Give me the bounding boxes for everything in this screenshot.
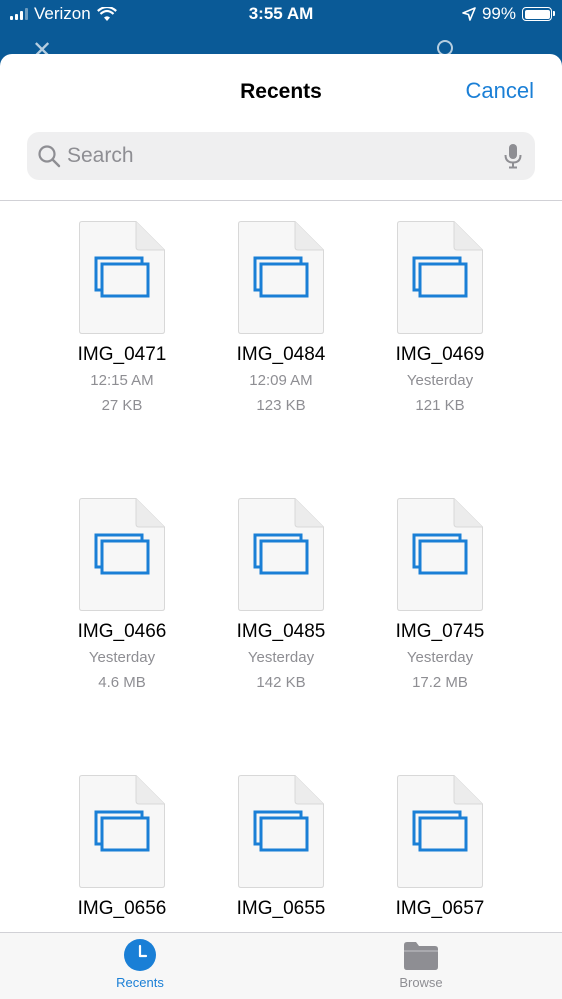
- tab-label: Recents: [116, 975, 164, 990]
- image-file-icon: [78, 497, 166, 612]
- image-file-icon: [237, 220, 325, 335]
- tab-bar: Recents Browse: [0, 932, 562, 999]
- location-arrow-icon: [462, 7, 476, 21]
- image-file-icon: [396, 497, 484, 612]
- file-size: 121 KB: [415, 397, 465, 414]
- file-date: 12:15 AM: [90, 372, 154, 389]
- divider: [0, 200, 562, 201]
- battery-icon: [522, 7, 555, 21]
- search-bar[interactable]: [27, 132, 535, 180]
- file-name: IMG_0484: [236, 344, 326, 365]
- search-icon: [38, 145, 61, 168]
- file-name: IMG_0655: [236, 898, 326, 919]
- image-file-icon: [78, 774, 166, 889]
- image-file-icon: [237, 774, 325, 889]
- file-name: IMG_0469: [395, 344, 485, 365]
- file-date: Yesterday: [406, 649, 474, 666]
- file-name: IMG_0745: [395, 621, 485, 642]
- file-name: IMG_0466: [77, 621, 167, 642]
- file-name: IMG_0471: [77, 344, 167, 365]
- file-date: Yesterday: [247, 649, 315, 666]
- folder-icon: [404, 942, 438, 970]
- file-name: IMG_0657: [395, 898, 485, 919]
- file-size: 4.6 MB: [98, 674, 146, 691]
- search-input[interactable]: [67, 140, 487, 172]
- battery-percent: 99%: [481, 4, 516, 23]
- file-date: Yesterday: [88, 649, 156, 666]
- image-file-icon: [237, 497, 325, 612]
- file-date: 12:09 AM: [249, 372, 313, 389]
- file-size: 123 KB: [256, 397, 306, 414]
- image-file-icon: [396, 220, 484, 335]
- file-date: Yesterday: [406, 372, 474, 389]
- tab-label: Browse: [399, 975, 443, 990]
- file-size: 27 KB: [101, 397, 143, 414]
- file-name: IMG_0485: [236, 621, 326, 642]
- tab-recents[interactable]: Recents: [70, 939, 210, 990]
- cancel-button[interactable]: Cancel: [466, 78, 534, 104]
- microphone-icon[interactable]: [503, 143, 523, 169]
- clock-icon: [124, 939, 156, 971]
- tab-browse[interactable]: Browse: [351, 939, 491, 990]
- status-right: 99%: [462, 4, 555, 24]
- file-name: IMG_0656: [77, 898, 167, 919]
- status-bar: Verizon 3:55 AM 99%: [0, 0, 562, 30]
- file-picker-sheet: Recents Cancel IMG_0471 12:15 AM 27 KB: [0, 54, 562, 999]
- file-size: 17.2 MB: [412, 674, 468, 691]
- file-size: 142 KB: [256, 674, 306, 691]
- image-file-icon: [396, 774, 484, 889]
- image-file-icon: [78, 220, 166, 335]
